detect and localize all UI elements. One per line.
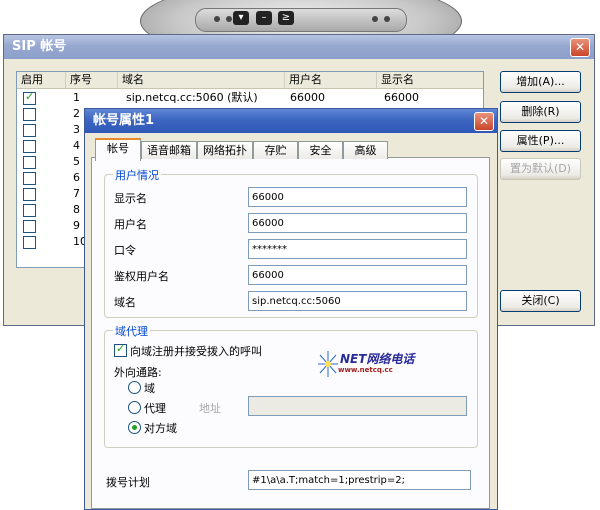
address-field[interactable] [248, 396, 467, 416]
display-name-field[interactable]: 66000 [248, 187, 467, 207]
checkmark-icon: ✓ [25, 90, 35, 103]
close-button[interactable]: 关闭(C) [500, 290, 581, 312]
username-label: 用户名 [114, 218, 147, 231]
row-enabled-checkbox[interactable] [23, 124, 36, 137]
domain-field[interactable]: sip.netcq.cc:5060 [248, 291, 467, 311]
tab-network-topology[interactable]: 网络拓扑 [197, 141, 253, 159]
row-index: 4 [73, 139, 80, 152]
row-index: 9 [73, 219, 80, 232]
row-enabled-checkbox[interactable] [23, 140, 36, 153]
address-label: 地址 [199, 402, 221, 415]
radio-peer-domain-label: 对方域 [144, 422, 177, 435]
auth-username-label: 鉴权用户名 [114, 270, 169, 283]
row-enabled-checkbox[interactable] [23, 204, 36, 217]
logo-url: www.netcq.cc [338, 366, 393, 374]
radio-proxy[interactable] [128, 401, 141, 414]
window-title: SIP 帐号 [12, 39, 67, 54]
row-index: 5 [73, 155, 80, 168]
row-index: 6 [73, 171, 80, 184]
dial-plan-field[interactable]: #1\a\a.T;match=1;prestrip=2; [248, 470, 471, 490]
row-index: 3 [73, 123, 80, 136]
radio-peer-domain[interactable] [128, 421, 141, 434]
delete-button[interactable]: 删除(R) [500, 101, 581, 123]
user-info-group-title: 用户情况 [113, 167, 161, 183]
outbound-label: 外向通路: [114, 366, 162, 379]
column-header-enabled[interactable]: 启用 [17, 72, 66, 89]
register-checkbox-label: 向域注册并接受拨入的呼叫 [130, 345, 262, 358]
row-enabled-checkbox[interactable] [23, 188, 36, 201]
tab-voicemail[interactable]: 语音邮箱 [141, 141, 197, 159]
sip-account-titlebar[interactable]: SIP 帐号 [4, 35, 594, 59]
phone-button-minimize[interactable]: – [256, 11, 272, 25]
row-enabled-checkbox[interactable] [23, 108, 36, 121]
display-name-label: 显示名 [114, 192, 147, 205]
phone-dot [384, 16, 390, 22]
radio-domain[interactable] [128, 381, 141, 394]
tab-security[interactable]: 安全 [298, 141, 343, 159]
dialog-titlebar[interactable]: 帐号属性1 [85, 109, 497, 133]
column-header-domain[interactable]: 域名 [118, 72, 285, 89]
tab-account[interactable]: 帐号 [95, 138, 141, 161]
column-header-index[interactable]: 序号 [66, 72, 118, 89]
phone-button-menu[interactable]: ▾ [233, 11, 249, 25]
dialog-title: 帐号属性1 [93, 113, 155, 128]
domain-label: 域名 [114, 296, 136, 309]
radio-proxy-label: 代理 [144, 402, 166, 415]
properties-button[interactable]: 属性(P)... [500, 130, 581, 152]
add-button[interactable]: 增加(A)... [500, 71, 581, 93]
dial-plan-label: 拨号计划 [106, 476, 150, 489]
phone-dot [226, 16, 232, 22]
close-icon[interactable]: ✕ [570, 38, 590, 57]
auth-username-field[interactable]: 66000 [248, 265, 467, 285]
row-enabled-checkbox[interactable] [23, 220, 36, 233]
row-index: 1 [73, 91, 80, 104]
row-user: 66000 [290, 91, 325, 104]
phone-dot [214, 16, 220, 22]
row-display: 66000 [384, 91, 419, 104]
tab-advanced[interactable]: 高级 [343, 141, 388, 159]
phone-button-next[interactable]: ≥ [278, 11, 294, 25]
domain-proxy-group-title: 域代理 [113, 323, 150, 339]
row-index: 2 [73, 107, 80, 120]
radio-domain-label: 域 [144, 382, 155, 395]
dialog-close-icon[interactable]: ✕ [474, 112, 494, 131]
phone-dot [372, 16, 378, 22]
row-enabled-checkbox[interactable] [23, 236, 36, 249]
tab-storage[interactable]: 存贮 [253, 141, 298, 159]
column-header-display[interactable]: 显示名 [377, 72, 483, 89]
row-enabled-checkbox[interactable]: ✓ [23, 90, 36, 105]
row-index: 7 [73, 187, 80, 200]
register-checkbox[interactable]: ✓ [114, 342, 127, 357]
checkmark-icon: ✓ [116, 342, 126, 355]
username-field[interactable]: 66000 [248, 213, 467, 233]
row-enabled-checkbox[interactable] [23, 172, 36, 185]
password-field[interactable]: ******* [248, 239, 467, 259]
row-domain: sip.netcq.cc:5060 (默认) [126, 91, 258, 104]
row-enabled-checkbox[interactable] [23, 156, 36, 169]
column-header-user[interactable]: 用户名 [285, 72, 377, 89]
set-default-button[interactable]: 置为默认(D) [500, 158, 581, 180]
logo-text: NET网络电话 [340, 352, 415, 366]
row-index: 8 [73, 203, 80, 216]
password-label: 口令 [114, 244, 136, 257]
